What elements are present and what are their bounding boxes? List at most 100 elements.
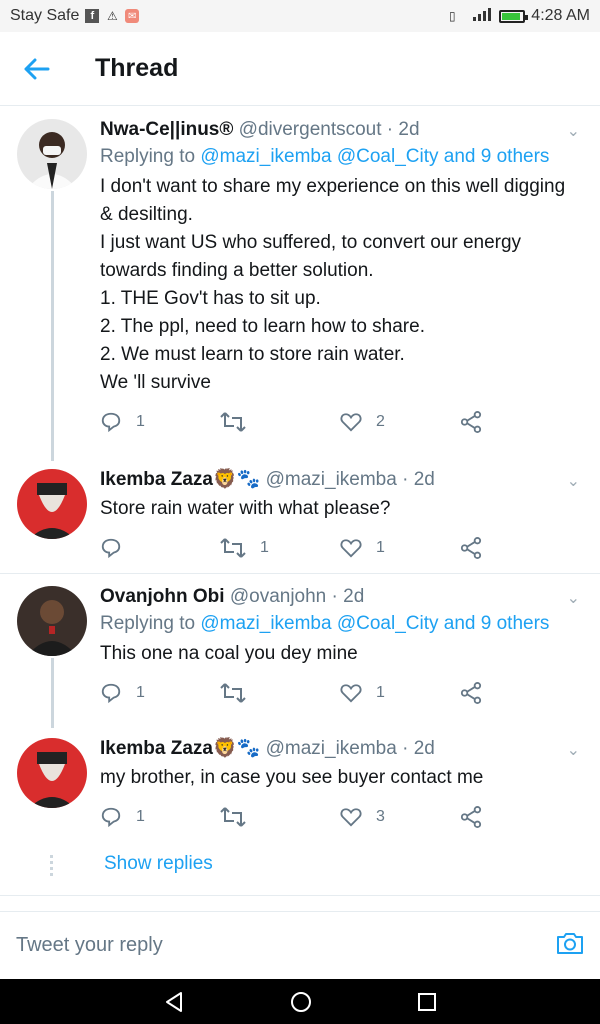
chevron-down-icon[interactable]: ⌄ (567, 471, 580, 491)
thread-connector (51, 658, 54, 728)
retweet-button[interactable] (220, 411, 340, 433)
reply-icon (101, 683, 121, 704)
reply-icon (101, 538, 121, 559)
like-button[interactable]: 2 (340, 412, 460, 432)
chevron-down-icon[interactable]: ⌄ (567, 740, 580, 760)
heart-icon (340, 684, 362, 703)
reply-count: 1 (136, 808, 145, 825)
retweet-icon (220, 412, 246, 432)
share-icon (460, 806, 482, 828)
tweet-text: I don't want to share my experience on t… (100, 176, 566, 393)
heart-icon (340, 808, 362, 827)
app-header: Thread (0, 32, 600, 106)
camera-icon (557, 933, 583, 954)
system-nav-bar (0, 979, 600, 1024)
chevron-down-icon[interactable]: ⌄ (567, 121, 580, 141)
heart-icon (340, 539, 362, 558)
reply-input[interactable]: Tweet your reply (16, 934, 163, 957)
share-button[interactable] (460, 806, 580, 828)
nav-recents-icon[interactable] (417, 992, 437, 1012)
reply-count: 1 (136, 413, 145, 430)
author-name[interactable]: Nwa-Ce||inus® (100, 119, 233, 140)
replying-links[interactable]: @mazi_ikemba @Coal_City and 9 others (200, 613, 549, 634)
signal-icon (465, 7, 493, 26)
author-handle: @divergentscout · 2d (238, 119, 420, 140)
thread-timeline[interactable]: ⌄ Nwa-Ce||inus® @divergentscout · 2d Rep… (0, 107, 600, 911)
facebook-icon: f (85, 9, 100, 23)
tweet-text: my brother, in case you see buyer contac… (100, 767, 484, 788)
share-icon (460, 411, 482, 433)
status-bar: Stay Safe f ⚠ ✉ ▯ 4:28 AM (0, 0, 600, 32)
thread-dots (50, 855, 53, 879)
author-handle: @mazi_ikemba · 2d (265, 738, 435, 759)
avatar[interactable] (17, 738, 87, 808)
warning-icon: ⚠ (106, 9, 118, 23)
replying-links[interactable]: @mazi_ikemba @Coal_City and 9 others (200, 146, 549, 167)
tweet[interactable]: ⌄ Ikemba Zaza🦁🐾 @mazi_ikemba · 2d my bro… (0, 726, 600, 843)
reply-count: 1 (136, 684, 145, 701)
tweet[interactable]: ⌄ Nwa-Ce||inus® @divergentscout · 2d Rep… (0, 107, 600, 461)
tweet-text: Store rain water with what please? (100, 498, 391, 519)
share-button[interactable] (460, 537, 580, 559)
like-count: 3 (376, 808, 385, 825)
reply-icon (101, 412, 121, 433)
reply-box[interactable]: Tweet your reply (0, 911, 600, 979)
reply-button[interactable]: 1 (100, 411, 220, 433)
avatar[interactable] (17, 469, 87, 539)
like-button[interactable]: 3 (340, 807, 460, 827)
like-button[interactable]: 1 (340, 683, 460, 703)
status-time: 4:28 AM (531, 7, 590, 24)
reply-button[interactable]: 1 (100, 806, 220, 828)
nav-back-icon[interactable] (163, 991, 185, 1013)
tweet-actions: 1 1 (100, 668, 580, 718)
status-left-text: Stay Safe (10, 7, 80, 24)
heart-icon (340, 413, 362, 432)
replying-to: Replying to @mazi_ikemba @Coal_City and … (100, 610, 580, 638)
vibrate-icon: ▯ (448, 9, 456, 23)
reply-icon (101, 807, 121, 828)
chevron-down-icon[interactable]: ⌄ (567, 588, 580, 608)
share-button[interactable] (460, 682, 580, 704)
retweet-button[interactable] (220, 682, 340, 704)
retweet-count: 1 (260, 539, 269, 556)
arrow-left-icon (24, 58, 50, 79)
replying-to: Replying to @mazi_ikemba @Coal_City and … (100, 143, 580, 171)
avatar[interactable] (17, 119, 87, 189)
like-count: 2 (376, 413, 385, 430)
nav-home-icon[interactable] (290, 991, 312, 1013)
back-button[interactable] (0, 32, 74, 106)
share-icon (460, 682, 482, 704)
like-button[interactable]: 1 (340, 538, 460, 558)
battery-icon (499, 9, 529, 23)
thread-connector (51, 191, 54, 461)
reply-button[interactable]: 1 (100, 682, 220, 704)
tweet-actions: 1 1 (100, 523, 580, 573)
share-icon (460, 537, 482, 559)
tweet-actions: 1 3 (100, 792, 580, 842)
like-count: 1 (376, 539, 385, 556)
retweet-button[interactable] (220, 806, 340, 828)
retweet-button[interactable]: 1 (220, 537, 340, 559)
show-replies-link[interactable]: Show replies (0, 843, 600, 895)
tweet[interactable]: ⌄ Ikemba Zaza🦁🐾 @mazi_ikemba · 2d Store … (0, 457, 600, 574)
author-handle: @ovanjohn · 2d (229, 586, 365, 607)
retweet-icon (220, 538, 246, 558)
share-button[interactable] (460, 411, 580, 433)
show-replies-row: Show replies (0, 843, 600, 896)
reply-button[interactable] (100, 537, 220, 559)
app-notification-icon: ✉ (125, 9, 140, 23)
tweet-text: This one na coal you dey mine (100, 643, 358, 664)
tweet-actions: 1 2 (100, 397, 580, 447)
page-title: Thread (95, 54, 179, 82)
retweet-icon (220, 683, 246, 703)
camera-button[interactable] (556, 931, 584, 960)
author-name[interactable]: Ikemba Zaza🦁🐾 (100, 469, 260, 490)
tweet[interactable]: ⌄ Ovanjohn Obi @ovanjohn · 2d Replying t… (0, 574, 600, 728)
author-name[interactable]: Ikemba Zaza🦁🐾 (100, 738, 260, 759)
author-name[interactable]: Ovanjohn Obi (100, 586, 225, 607)
replying-prefix: Replying to (100, 146, 201, 167)
avatar[interactable] (17, 586, 87, 656)
author-handle: @mazi_ikemba · 2d (265, 469, 435, 490)
like-count: 1 (376, 684, 385, 701)
retweet-icon (220, 807, 246, 827)
